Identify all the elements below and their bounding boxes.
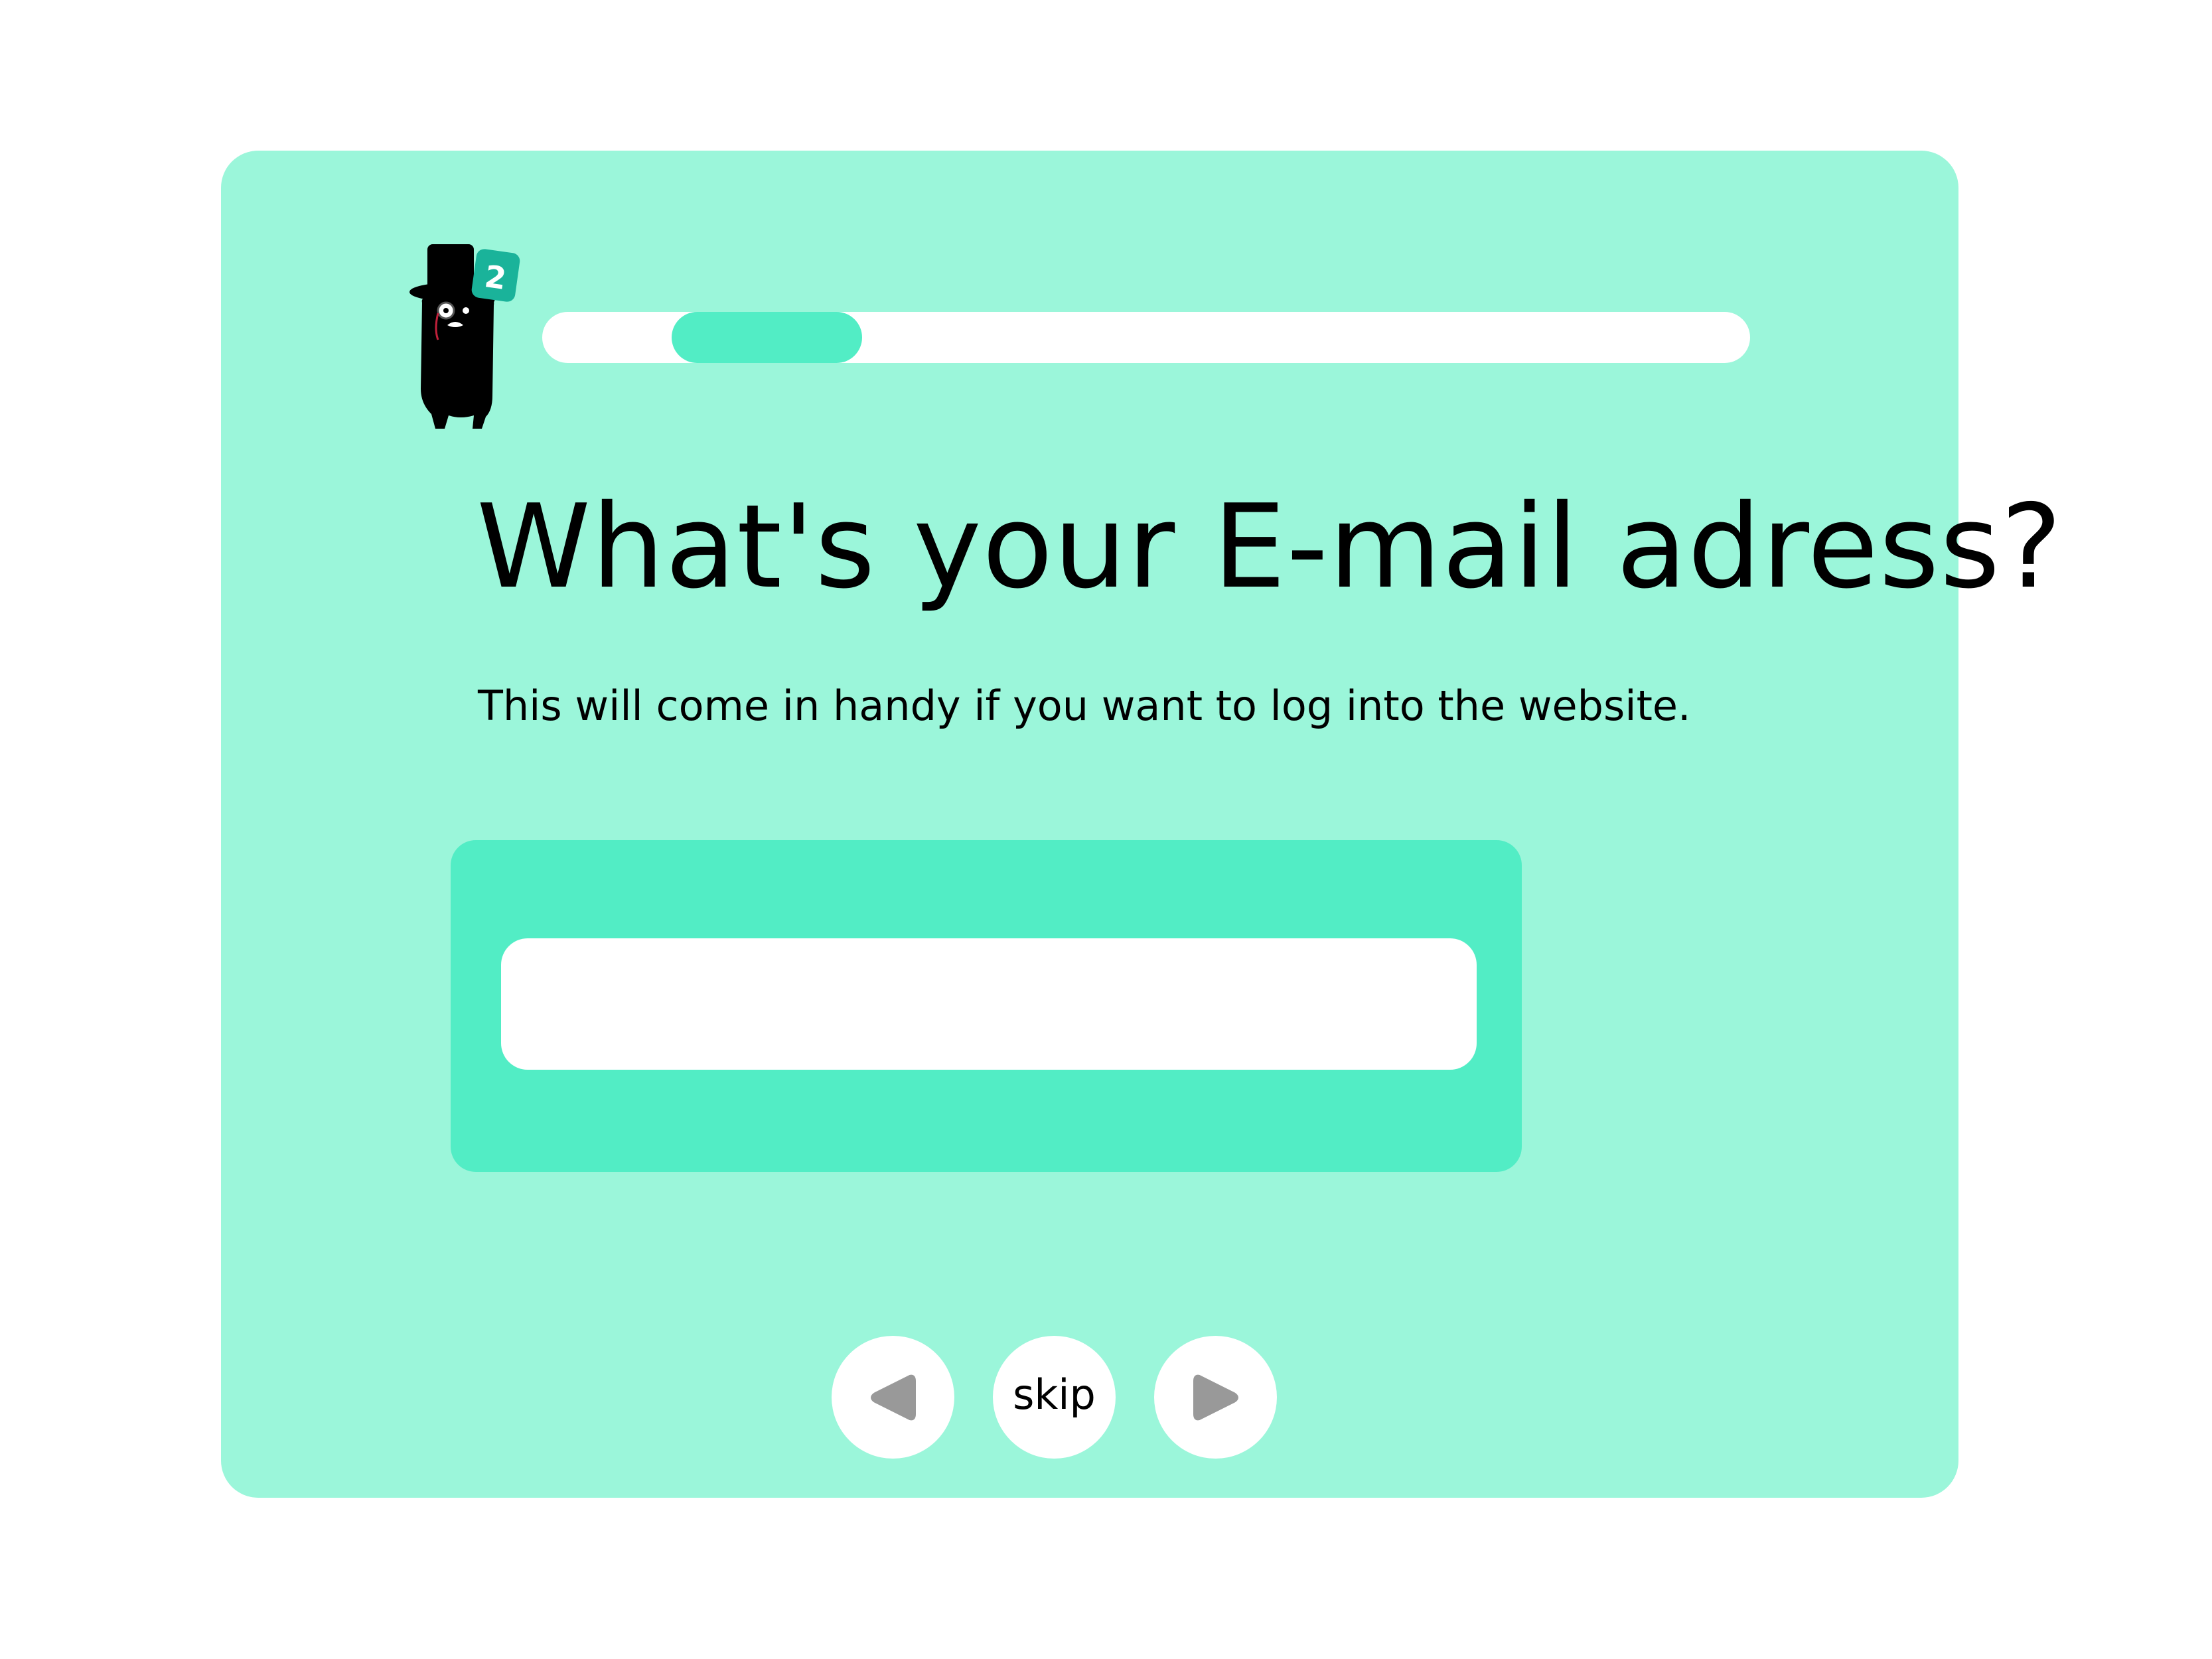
step-badge: 2 <box>471 249 520 302</box>
question-subtitle: This will come in handy if you want to l… <box>478 682 1691 730</box>
skip-label: skip <box>1013 1370 1096 1419</box>
mascot-cat-icon: 2 <box>409 244 520 429</box>
progress-fill <box>671 312 863 363</box>
arrow-left-icon <box>870 1374 916 1420</box>
email-input-panel <box>451 840 1522 1172</box>
arrow-right-icon <box>1193 1374 1238 1420</box>
skip-button[interactable]: skip <box>993 1336 1116 1459</box>
progress-bar <box>542 312 1750 363</box>
back-button[interactable] <box>832 1336 954 1459</box>
email-field[interactable] <box>501 938 1477 1070</box>
question-title: What's your E-mail adress? <box>477 480 2063 614</box>
next-button[interactable] <box>1154 1336 1277 1459</box>
